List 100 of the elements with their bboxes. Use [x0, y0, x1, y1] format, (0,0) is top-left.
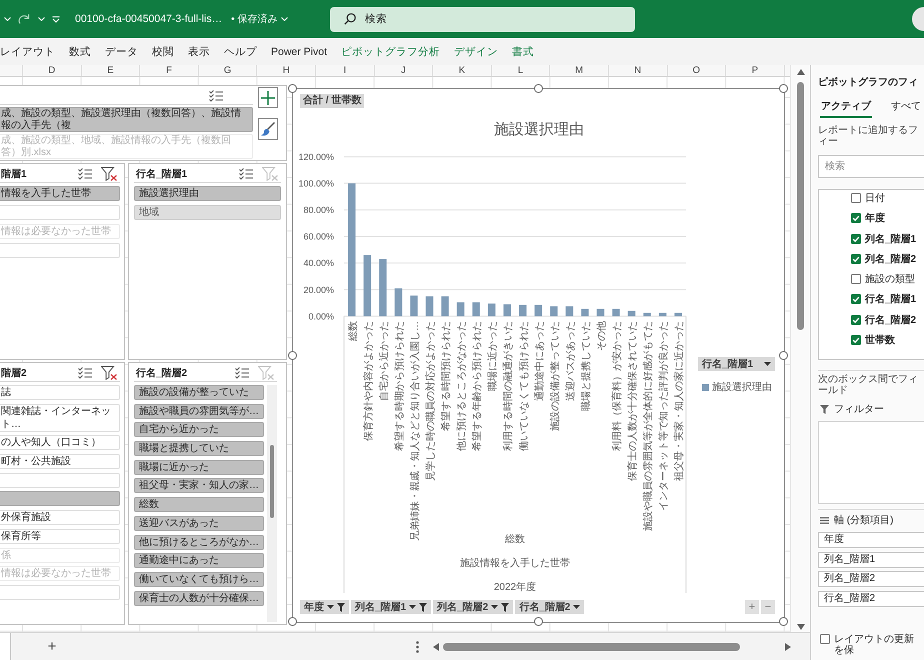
- resize-handle[interactable]: [534, 84, 542, 93]
- slicer-item[interactable]: 働いていなくても預けら…: [134, 572, 264, 587]
- ribbon-tab[interactable]: デザイン: [454, 44, 498, 58]
- scrollbar-thumb[interactable]: [270, 445, 274, 518]
- column-header[interactable]: K: [433, 65, 492, 76]
- column-header[interactable]: H: [257, 65, 316, 76]
- slicer-item[interactable]: 自宅から近かった: [134, 422, 264, 438]
- column-header[interactable]: P: [726, 65, 785, 76]
- ribbon-tab[interactable]: 表示: [188, 44, 210, 58]
- avatar-icon[interactable]: [912, 7, 924, 31]
- column-header[interactable]: D: [23, 65, 82, 76]
- field-name[interactable]: 列名_階層2: [865, 252, 916, 266]
- slicer-item[interactable]: の人や知人（口コミ）: [0, 435, 120, 450]
- field-name[interactable]: 世帯数: [865, 333, 895, 348]
- slicer-item[interactable]: 情報を入手した世帯: [0, 186, 120, 201]
- resize-handle[interactable]: [534, 617, 542, 626]
- slicer-item[interactable]: 保育士の人数が十分確保…: [134, 590, 264, 606]
- axis-field-button[interactable]: 行名_階層2: [515, 600, 584, 614]
- ribbon-tab[interactable]: 数式: [69, 44, 91, 58]
- slicer-item[interactable]: 外保育施設: [0, 510, 120, 526]
- column-header[interactable]: E: [82, 65, 140, 76]
- slicer-item[interactable]: 通勤途中にあった: [134, 553, 264, 568]
- legend-field-button[interactable]: 行名_階層1: [698, 357, 775, 371]
- checkbox[interactable]: [851, 234, 861, 244]
- scroll-down-icon[interactable]: [796, 624, 804, 630]
- resize-handle[interactable]: [779, 350, 788, 360]
- column-header[interactable]: N: [608, 65, 668, 76]
- multi-select-icon[interactable]: [209, 90, 223, 102]
- customize-icon[interactable]: [52, 16, 60, 22]
- field-name[interactable]: 施設の類型: [865, 272, 915, 286]
- ribbon-tab[interactable]: Power Pivot: [271, 46, 328, 58]
- scrollbar-thumb[interactable]: [797, 82, 804, 330]
- dots-icon[interactable]: [416, 640, 419, 652]
- slicer-item[interactable]: 誌: [0, 385, 120, 400]
- multi-select-icon[interactable]: [235, 367, 249, 379]
- column-header[interactable]: O: [668, 65, 726, 76]
- caret-icon[interactable]: [4, 17, 11, 21]
- axis-field-item[interactable]: 行名_階層2: [818, 590, 924, 606]
- checkbox[interactable]: [851, 314, 861, 325]
- clear-filter-icon[interactable]: [101, 167, 117, 181]
- search-field[interactable]: 検索: [330, 6, 635, 32]
- caret-icon[interactable]: [281, 17, 288, 21]
- field-name[interactable]: 行名_階層1: [865, 292, 916, 306]
- dropdown-caret-icon[interactable]: [327, 605, 334, 609]
- slicer-item[interactable]: 成、施設の類型、施設選択理由（複数回答）、施設情報の入手先（複: [0, 107, 253, 132]
- column-header[interactable]: G: [198, 65, 258, 76]
- axis-field-button[interactable]: 列名_階層2: [433, 600, 514, 614]
- search-field[interactable]: 検索: [818, 155, 924, 178]
- slicer-item[interactable]: 職場に近かった: [134, 460, 264, 475]
- slicer-item[interactable]: 地域: [134, 205, 281, 220]
- scroll-left-icon[interactable]: [433, 642, 439, 650]
- axis-field-item[interactable]: 年度: [818, 532, 924, 548]
- scroll-right-icon[interactable]: [785, 642, 791, 650]
- slicer-item[interactable]: 施設の設備が整っていた: [134, 385, 264, 400]
- pane-tab[interactable]: すべて: [890, 100, 922, 118]
- checkbox[interactable]: [851, 254, 861, 264]
- checkbox[interactable]: [820, 634, 830, 644]
- dropdown-caret-icon[interactable]: [573, 605, 580, 609]
- axis-field-button[interactable]: 年度: [300, 600, 349, 614]
- checkbox[interactable]: [851, 213, 861, 224]
- resize-handle[interactable]: [779, 617, 788, 626]
- chart-elements-button[interactable]: [258, 87, 278, 108]
- field-name[interactable]: 年度: [865, 211, 885, 226]
- checkbox[interactable]: [851, 193, 861, 203]
- value-field-button[interactable]: 合計 / 世帯数: [300, 94, 364, 108]
- slicer-item[interactable]: 町村・公共施設: [0, 454, 120, 470]
- column-header[interactable]: M: [550, 65, 609, 76]
- resize-handle[interactable]: [288, 84, 297, 93]
- dropdown-caret-icon[interactable]: [491, 605, 498, 609]
- column-header[interactable]: L: [492, 65, 550, 76]
- dropdown-caret-icon[interactable]: [764, 362, 771, 366]
- ribbon-tab[interactable]: 校閲: [152, 44, 174, 58]
- dropdown-caret-icon[interactable]: [409, 605, 416, 609]
- vertical-scrollbar[interactable]: [790, 65, 810, 632]
- redo-icon[interactable]: [18, 13, 31, 25]
- axis-field-item[interactable]: 列名_階層2: [818, 571, 924, 587]
- resize-handle[interactable]: [288, 350, 297, 360]
- resize-handle[interactable]: [288, 617, 297, 626]
- column-header[interactable]: I: [316, 65, 375, 76]
- save-status-button[interactable]: • 保存済み: [231, 12, 288, 26]
- multi-select-icon[interactable]: [78, 168, 92, 180]
- column-header[interactable]: F: [140, 65, 199, 76]
- caret-icon[interactable]: [38, 17, 45, 21]
- slicer-item[interactable]: 施設選択理由: [134, 186, 281, 201]
- chart-styles-button[interactable]: [258, 118, 278, 140]
- scroll-up-icon[interactable]: [796, 69, 804, 75]
- slicer-item[interactable]: 施設や職員の雰囲気等が…: [134, 404, 264, 419]
- field-name[interactable]: 列名_階層1: [865, 232, 916, 246]
- checkbox[interactable]: [851, 294, 861, 304]
- slicer-item[interactable]: 他に預けるところがなか…: [134, 534, 264, 550]
- column-header[interactable]: J: [374, 65, 434, 76]
- ribbon-tab[interactable]: 書式: [512, 44, 534, 58]
- field-name[interactable]: 日付: [865, 191, 885, 205]
- scrollbar[interactable]: [267, 385, 277, 622]
- add-sheet-button[interactable]: +: [46, 638, 58, 654]
- multi-select-icon[interactable]: [239, 168, 253, 180]
- slicer-item[interactable]: 保育所等: [0, 528, 120, 544]
- slicer-item[interactable]: 祖父母・実家・知人の家…: [134, 478, 264, 494]
- ribbon-tab[interactable]: ピボットグラフ分析: [341, 44, 440, 58]
- ribbon-tab[interactable]: レイアウト: [0, 44, 55, 58]
